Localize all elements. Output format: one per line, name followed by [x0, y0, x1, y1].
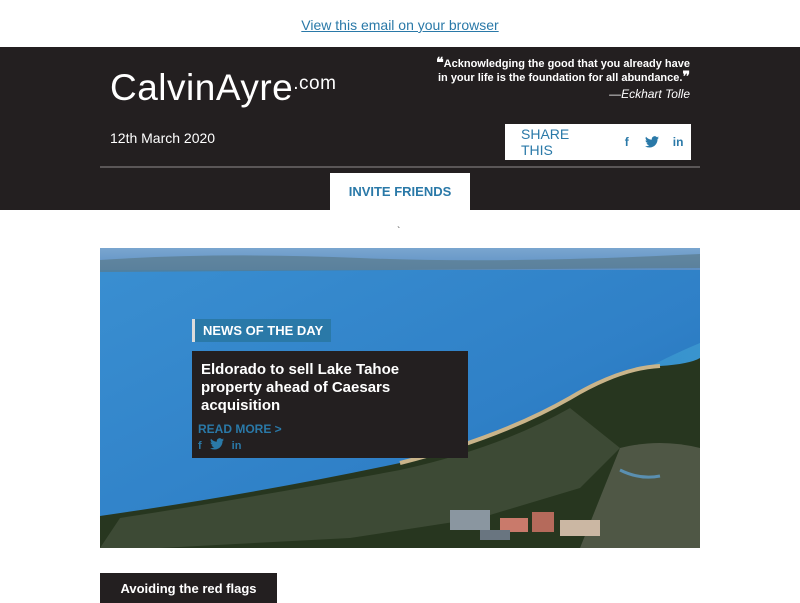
- story-share-icons: f in: [198, 438, 249, 453]
- quote-text: Acknowledging the good that you already …: [437, 58, 690, 84]
- logo-suffix: .com: [293, 73, 337, 94]
- open-quote-icon: ❝: [436, 56, 444, 71]
- issue-date: 12th March 2020: [110, 130, 216, 146]
- logo-main-text: CalvinAyre: [110, 67, 294, 108]
- read-more-link[interactable]: READ MORE >: [198, 422, 282, 436]
- section-heading-red-flags[interactable]: Avoiding the red flags: [100, 573, 277, 603]
- browser-link-bar: View this email on your browser: [0, 0, 800, 47]
- quote-author: —Eckhart Tolle: [609, 87, 690, 101]
- news-of-the-day-badge: NEWS OF THE DAY: [192, 319, 332, 342]
- twitter-icon[interactable]: [640, 136, 666, 148]
- story-headline[interactable]: Eldorado to sell Lake Tahoe property ahe…: [201, 361, 451, 415]
- header-divider: [100, 166, 700, 168]
- facebook-icon[interactable]: f: [198, 440, 202, 452]
- invite-friends-button[interactable]: INVITE FRIENDS: [330, 173, 470, 210]
- quote-block: ❝Acknowledging the good that you already…: [430, 57, 690, 85]
- hero-banner[interactable]: NEWS OF THE DAY Eldorado to sell Lake Ta…: [100, 248, 700, 548]
- stray-mark: `: [397, 226, 401, 237]
- share-box: SHARE THIS f in: [505, 124, 691, 160]
- view-in-browser-link[interactable]: View this email on your browser: [301, 17, 498, 33]
- email-header: CalvinAyre.com ❝Acknowledging the good t…: [0, 47, 800, 210]
- featured-story-card: Eldorado to sell Lake Tahoe property ahe…: [192, 351, 468, 458]
- linkedin-icon[interactable]: in: [232, 440, 242, 452]
- calvinayre-logo[interactable]: CalvinAyre.com: [110, 67, 336, 109]
- twitter-icon[interactable]: [209, 438, 224, 453]
- close-quote-icon: ❞: [682, 70, 690, 85]
- share-label: SHARE THIS: [521, 126, 570, 158]
- facebook-icon[interactable]: f: [614, 135, 640, 149]
- linkedin-icon[interactable]: in: [665, 135, 691, 149]
